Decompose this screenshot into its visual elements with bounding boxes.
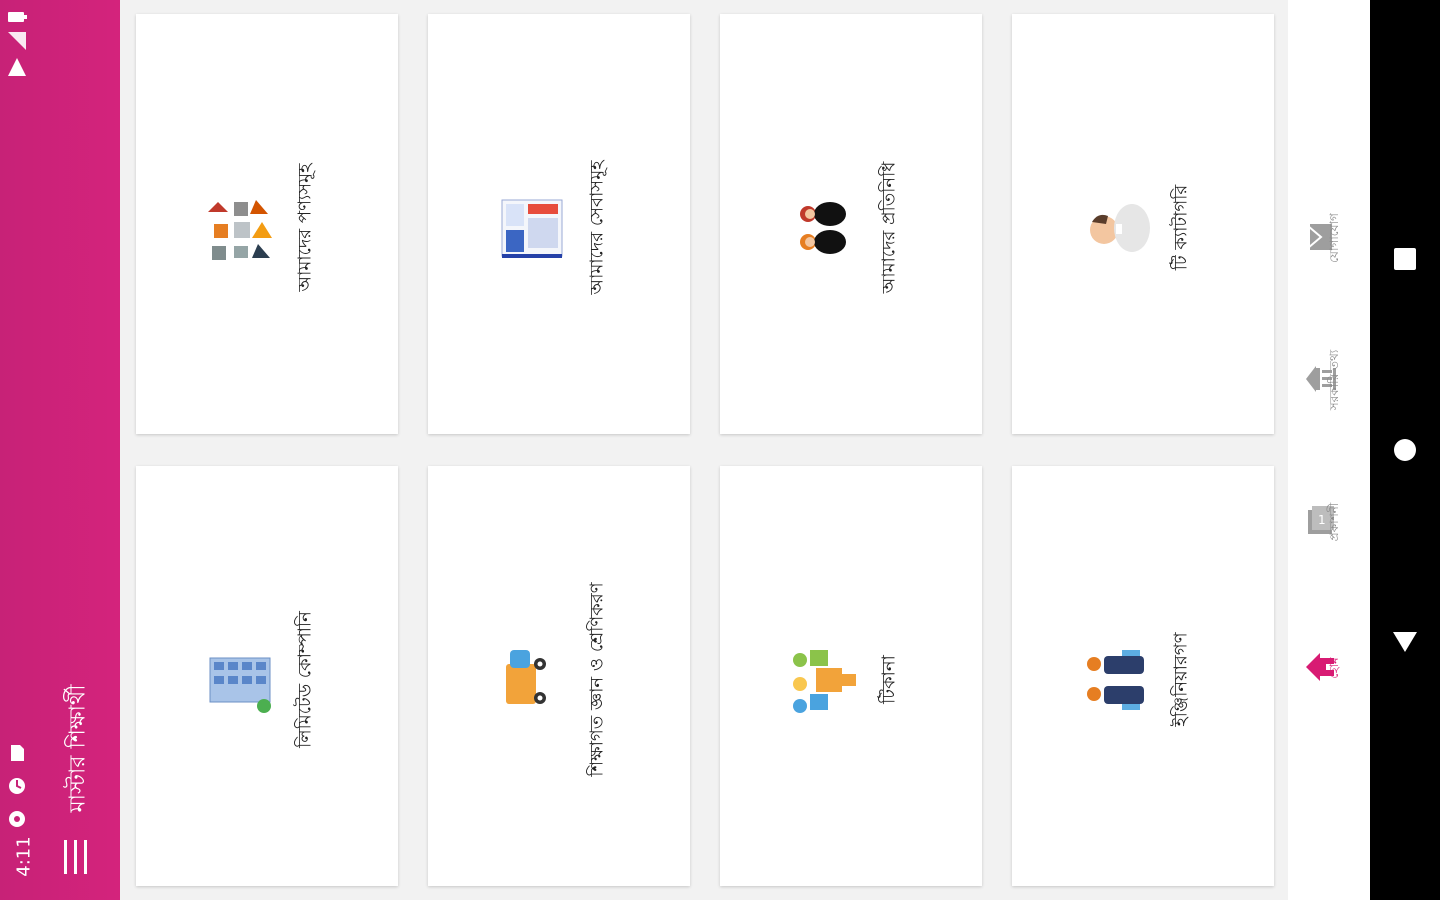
card-education[interactable]: শিক্ষাগত জ্ঞান ও শ্রেণিকরণ xyxy=(428,466,690,886)
notification-icon xyxy=(9,811,25,827)
battery-icon xyxy=(8,12,27,22)
hamburger-menu-icon[interactable] xyxy=(64,840,92,874)
back-button-icon[interactable] xyxy=(1390,626,1420,656)
engineers-icon xyxy=(1087,650,1144,710)
card-label: টি ক্যাটাগরি xyxy=(1170,184,1192,271)
puzzle-team-icon xyxy=(793,650,856,713)
card-address[interactable]: টিকানা xyxy=(720,466,982,886)
card-label: লিমিটেড কোম্পানি xyxy=(294,611,316,748)
home-button-icon[interactable] xyxy=(1390,435,1420,465)
nav-label: হোম xyxy=(1327,657,1341,679)
delivery-truck-icon xyxy=(506,650,546,704)
system-navigation-bar xyxy=(1370,0,1440,900)
nav-label: যোগাযোগ xyxy=(1327,213,1341,263)
card-limited-company[interactable]: লিমিটেড কোম্পানি xyxy=(136,466,398,886)
nav-label: প্রকাশনী xyxy=(1327,502,1341,542)
sd-card-icon xyxy=(11,745,24,761)
card-label: আমাদের প্রতিনিধি xyxy=(878,161,900,294)
status-time: 4:11 xyxy=(13,836,35,877)
nav-item-government-info[interactable]: সরকারি তথ্য xyxy=(1288,322,1370,432)
nav-label: সরকারি তথ্য xyxy=(1327,349,1341,411)
app-bar: 4:11 মাস্টার শিক্ষার্থী xyxy=(0,0,120,900)
card-label: ইঞ্জিনিয়ারগণ xyxy=(1170,632,1192,727)
nav-item-home[interactable]: হোম xyxy=(1288,610,1370,720)
nav-item-publications[interactable]: 1 প্রকাশনী xyxy=(1288,464,1370,574)
card-label: শিক্ষাগত জ্ঞান ও শ্রেণিকরণ xyxy=(586,582,608,777)
card-products[interactable]: আমাদের পণ্যসমূহ xyxy=(136,14,398,434)
card-services[interactable]: আমাদের সেবাসমূহ xyxy=(428,14,690,434)
bottom-navigation: যোগাযোগ সরকারি তথ্য 1 প্রকাশনী হোম xyxy=(1288,0,1370,900)
wifi-icon xyxy=(8,58,26,76)
svg-text:1: 1 xyxy=(1318,513,1326,527)
office-building-icon xyxy=(209,657,271,713)
card-label: আমাদের সেবাসমূহ xyxy=(586,160,608,295)
nav-item-contact[interactable]: যোগাযোগ xyxy=(1288,180,1370,290)
signal-icon xyxy=(8,32,26,50)
services-icon xyxy=(501,199,563,258)
card-engineers[interactable]: ইঞ্জিনিয়ারগণ xyxy=(1012,466,1274,886)
card-category[interactable]: টি ক্যাটাগরি xyxy=(1012,14,1274,434)
status-bar: 4:11 xyxy=(0,0,40,900)
card-representatives[interactable]: আমাদের প্রতিনিধি xyxy=(720,14,982,434)
representatives-icon xyxy=(800,202,846,254)
person-icon xyxy=(1090,204,1150,252)
card-label: টিকানা xyxy=(878,655,900,704)
card-label: আমাদের পণ্যসমূহ xyxy=(294,163,316,292)
page-title: মাস্টার শিক্ষার্থী xyxy=(65,684,91,813)
recent-apps-icon[interactable] xyxy=(1390,244,1420,274)
products-icon xyxy=(208,200,272,260)
sync-icon xyxy=(9,778,25,794)
